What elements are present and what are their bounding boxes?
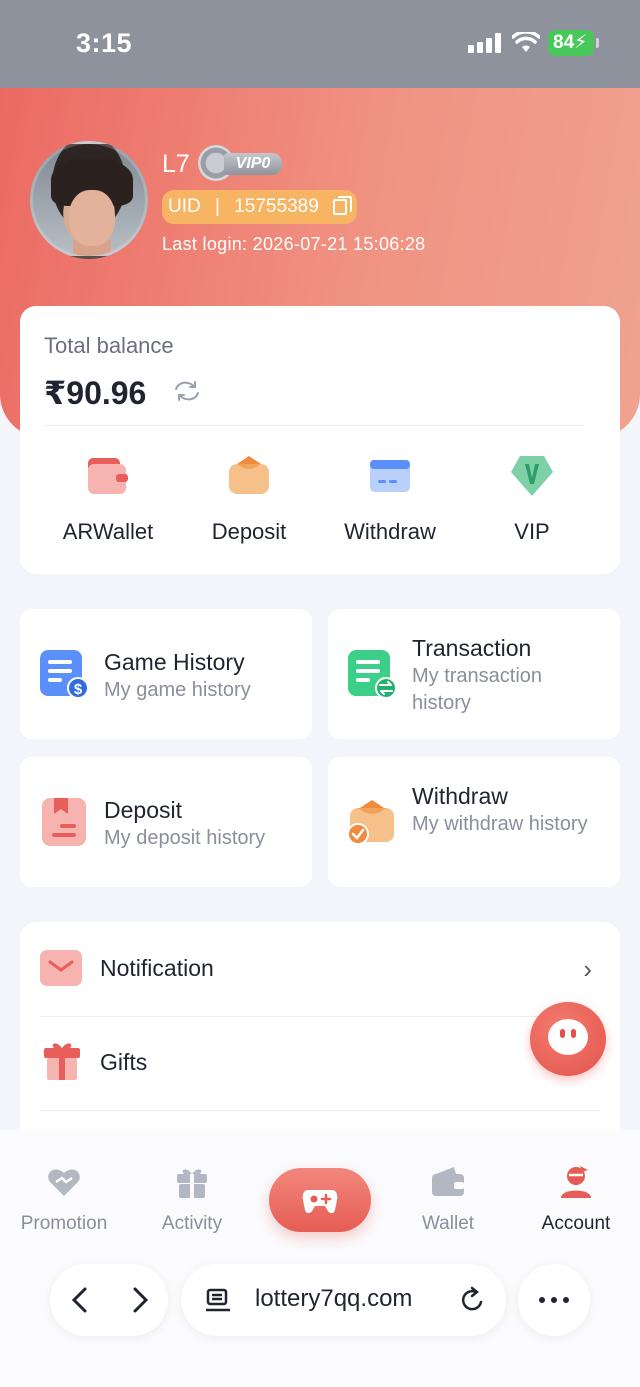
quick-arwallet-label: ARWallet — [62, 519, 154, 544]
activity-icon — [177, 1169, 207, 1198]
quick-deposit[interactable]: Deposit — [179, 454, 319, 545]
quick-vip[interactable]: VIP — [462, 454, 602, 545]
quick-vip-label: VIP — [514, 519, 550, 544]
withdraw-history-subtitle: My withdraw history — [412, 813, 588, 835]
tab-account[interactable]: Account — [516, 1164, 636, 1235]
game-history-card[interactable]: $ Game History My game history — [20, 609, 312, 739]
game-history-subtitle: My game history — [104, 679, 251, 701]
quick-deposit-label: Deposit — [211, 519, 287, 544]
quick-withdraw[interactable]: Withdraw — [320, 454, 460, 545]
withdraw-history-card[interactable]: Withdraw My withdraw history — [328, 757, 620, 887]
withdraw-history-title: Withdraw — [412, 783, 508, 809]
back-icon[interactable] — [68, 1286, 92, 1314]
wallet-icon — [88, 458, 128, 494]
forward-icon[interactable] — [128, 1286, 152, 1314]
url-text: lottery7qq.com — [255, 1285, 413, 1312]
customer-service-chat-icon[interactable] — [530, 1002, 606, 1076]
tab-promotion[interactable]: Promotion — [4, 1164, 124, 1235]
transaction-icon — [348, 650, 396, 698]
deposit-history-subtitle: My deposit history — [104, 827, 266, 849]
vip-badge: VIP0 — [198, 145, 284, 181]
withdraw-history-icon — [348, 800, 394, 845]
game-center-button[interactable] — [269, 1168, 371, 1232]
balance-card: Total balance ₹90.96 ARWallet Deposit Wi… — [20, 306, 620, 574]
deposit-history-card[interactable]: Deposit My deposit history — [20, 757, 312, 887]
balance-value: ₹90.96 — [44, 375, 147, 411]
deposit-icon — [229, 456, 269, 494]
quick-arwallet[interactable]: ARWallet — [38, 454, 178, 545]
divider — [44, 425, 584, 426]
copy-icon[interactable] — [333, 196, 352, 215]
wifi-icon — [512, 32, 540, 52]
page-settings-icon[interactable] — [205, 1288, 231, 1314]
promotion-icon — [48, 1169, 80, 1196]
mail-icon — [40, 950, 82, 986]
tab-activity-label: Activity — [161, 1213, 223, 1234]
game-history-title: Game History — [104, 649, 245, 675]
battery-level: 84 — [553, 32, 575, 53]
more-icon — [539, 1297, 569, 1303]
uid-label: UID — [168, 196, 201, 217]
browser-more-button[interactable] — [518, 1264, 590, 1336]
vip-icon — [511, 456, 553, 496]
tab-activity[interactable]: Activity — [132, 1164, 252, 1235]
transaction-card[interactable]: Transaction My transaction history — [328, 609, 620, 739]
uid-badge[interactable]: UID | 15755389 — [162, 190, 357, 224]
tab-promotion-label: Promotion — [20, 1213, 108, 1234]
tab-wallet-label: Wallet — [421, 1213, 475, 1234]
deposit-history-icon — [42, 798, 86, 846]
browser-address-bar[interactable]: lottery7qq.com — [181, 1264, 506, 1336]
uid-separator: | — [215, 196, 220, 217]
gift-icon — [44, 1043, 80, 1080]
status-bar: 3:15 84⚡ — [0, 0, 640, 88]
divider — [40, 1110, 600, 1111]
vip-level: VIP0 — [224, 153, 282, 175]
chevron-right-icon: › — [583, 954, 592, 984]
battery-indicator: 84⚡ — [548, 30, 599, 56]
notification-label: Notification — [100, 955, 214, 981]
last-login: Last login: 2026-07-21 15:06:28 — [162, 234, 426, 254]
tab-wallet[interactable]: Wallet — [388, 1164, 508, 1235]
menu-item-gifts[interactable]: Gifts — [40, 1016, 600, 1110]
card-icon — [370, 460, 410, 492]
menu-list: Notification › Gifts — [20, 922, 620, 1132]
account-icon — [561, 1166, 591, 1198]
balance-label: Total balance — [44, 333, 174, 358]
tab-account-label: Account — [541, 1213, 611, 1234]
refresh-icon[interactable] — [172, 378, 202, 404]
cellular-signal-icon — [468, 33, 502, 53]
transaction-title: Transaction — [412, 635, 532, 661]
svg-text:$: $ — [74, 681, 83, 698]
quick-withdraw-label: Withdraw — [344, 519, 436, 544]
uid-value: 15755389 — [234, 196, 319, 217]
reload-icon[interactable] — [459, 1286, 487, 1314]
bottom-tab-bar: Promotion Activity Wallet Account — [0, 1130, 640, 1387]
browser-nav-buttons — [50, 1264, 168, 1336]
gifts-label: Gifts — [100, 1049, 148, 1075]
gamepad-icon — [302, 1190, 338, 1214]
avatar[interactable] — [30, 141, 148, 259]
game-history-icon: $ — [40, 650, 88, 698]
transaction-subtitle: My transaction history — [412, 665, 543, 714]
username: L7 — [162, 150, 190, 178]
wallet-tab-icon — [432, 1167, 464, 1196]
menu-item-notification[interactable]: Notification › — [40, 922, 600, 1016]
status-time: 3:15 — [76, 28, 133, 58]
deposit-history-title: Deposit — [104, 797, 182, 823]
